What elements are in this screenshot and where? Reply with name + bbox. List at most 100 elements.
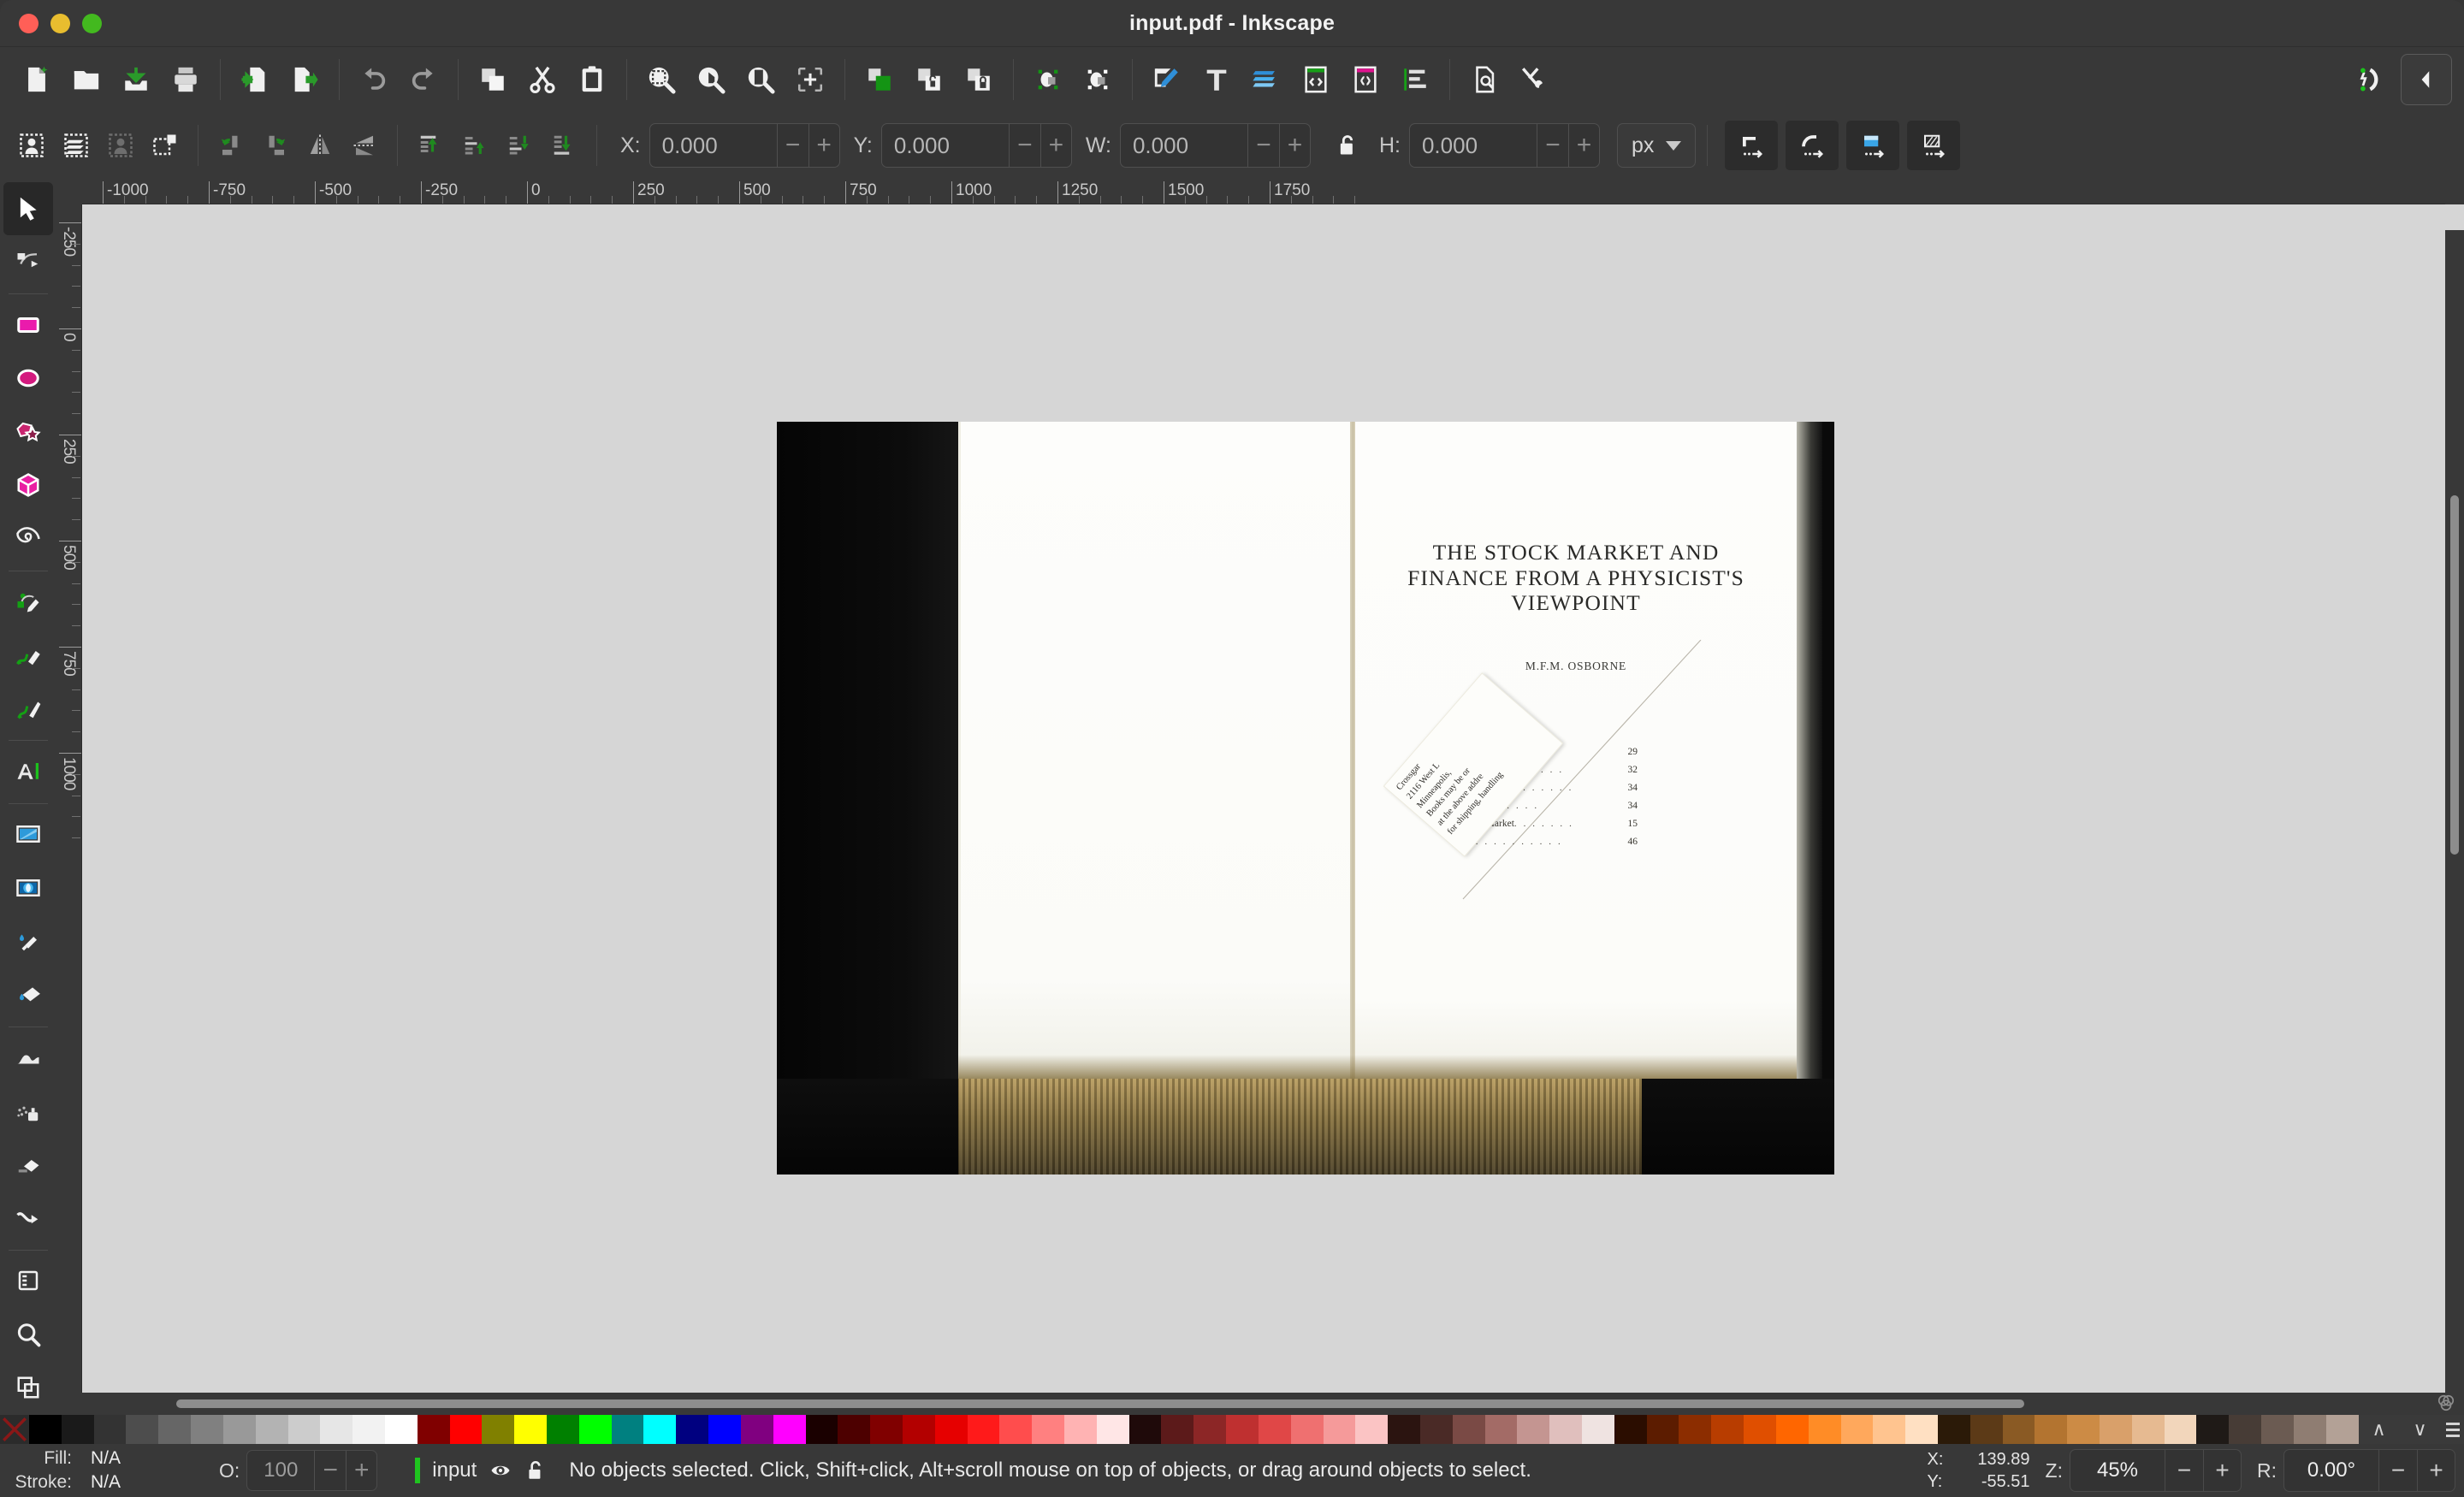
palette-swatch[interactable]: [1064, 1415, 1097, 1444]
palette-swatch[interactable]: [1453, 1415, 1485, 1444]
palette-swatch[interactable]: [62, 1415, 94, 1444]
tool-pencil[interactable]: [3, 629, 53, 682]
palette-swatch[interactable]: [1097, 1415, 1129, 1444]
palette-swatch[interactable]: [1776, 1415, 1809, 1444]
y-decrement-button[interactable]: −: [1010, 124, 1040, 167]
palette-swatch[interactable]: [1549, 1415, 1582, 1444]
opacity-input[interactable]: [247, 1459, 314, 1482]
lower-to-bottom-icon[interactable]: [542, 124, 585, 167]
fill-stroke-indicator[interactable]: Fill: N/A Stroke: N/A: [9, 1447, 180, 1495]
palette-swatch[interactable]: [1291, 1415, 1324, 1444]
zoom-page-width-icon[interactable]: [785, 55, 835, 104]
fill-stroke-dialog-icon[interactable]: [1142, 55, 1192, 104]
palette-swatch[interactable]: [773, 1415, 806, 1444]
palette-swatch[interactable]: [2100, 1415, 2132, 1444]
palette-swatch[interactable]: [1679, 1415, 1711, 1444]
group-icon[interactable]: [855, 55, 904, 104]
palette-swatch[interactable]: [223, 1415, 256, 1444]
affect-gradients-icon[interactable]: [1846, 121, 1899, 170]
rotation-control[interactable]: R: − +: [2257, 1449, 2455, 1492]
opacity-decrement-button[interactable]: −: [315, 1451, 346, 1490]
palette-swatch[interactable]: [1582, 1415, 1614, 1444]
opacity-control[interactable]: O: − +: [219, 1450, 377, 1491]
tool-star[interactable]: [3, 405, 53, 459]
palette-swatch[interactable]: [29, 1415, 62, 1444]
palette-swatch[interactable]: [1355, 1415, 1388, 1444]
palette-swatch[interactable]: [1517, 1415, 1549, 1444]
palette-swatch[interactable]: [2261, 1415, 2294, 1444]
palette-swatch[interactable]: [1809, 1415, 1841, 1444]
color-palette[interactable]: ∧∨: [0, 1415, 2464, 1444]
vertical-ruler[interactable]: -25002505007501000: [56, 204, 82, 1393]
tool-mesh[interactable]: [3, 861, 53, 914]
palette-swatch[interactable]: [968, 1415, 1000, 1444]
document-properties-icon[interactable]: [1460, 55, 1509, 104]
palette-swatch[interactable]: [418, 1415, 450, 1444]
tool-rectangle[interactable]: [3, 299, 53, 352]
union-icon[interactable]: [1023, 55, 1073, 104]
canvas[interactable]: THE STOCK MARKET AND FINANCE FROM A PHYS…: [82, 204, 2464, 1393]
tool-pages[interactable]: [3, 1255, 53, 1308]
palette-swatch[interactable]: [1161, 1415, 1194, 1444]
vertical-scrollbar-thumb[interactable]: [2450, 495, 2459, 855]
palette-swatch[interactable]: [352, 1415, 385, 1444]
horizontal-scrollbar-thumb[interactable]: [176, 1399, 2024, 1408]
palette-swatch[interactable]: [385, 1415, 418, 1444]
tool-text[interactable]: [3, 745, 53, 798]
palette-swatch[interactable]: [612, 1415, 644, 1444]
tool-zoom[interactable]: [3, 1308, 53, 1361]
ruler-corner[interactable]: [56, 179, 82, 204]
palette-swatch[interactable]: [1194, 1415, 1226, 1444]
w-decrement-button[interactable]: −: [1248, 124, 1279, 167]
select-all-icon[interactable]: [10, 124, 53, 167]
minimize-window-button[interactable]: [50, 14, 70, 33]
palette-swatch[interactable]: [903, 1415, 935, 1444]
palette-swatch[interactable]: [547, 1415, 579, 1444]
palette-swatch[interactable]: [643, 1415, 676, 1444]
no-color-swatch[interactable]: [0, 1415, 29, 1444]
palette-scroll-controls[interactable]: ∧∨: [2359, 1415, 2441, 1444]
lower-icon[interactable]: [498, 124, 541, 167]
palette-swatch[interactable]: [1938, 1415, 1970, 1444]
affect-stroke-width-icon[interactable]: [1725, 121, 1778, 170]
palette-swatch[interactable]: [1970, 1415, 2003, 1444]
copy-icon[interactable]: [468, 55, 518, 104]
tool-measure[interactable]: [3, 1362, 53, 1415]
x-decrement-button[interactable]: −: [778, 124, 808, 167]
palette-swatch[interactable]: [1841, 1415, 1874, 1444]
xml-editor-icon[interactable]: [1291, 55, 1341, 104]
palette-swatch[interactable]: [806, 1415, 838, 1444]
h-increment-button[interactable]: +: [1568, 124, 1599, 167]
close-window-button[interactable]: [19, 14, 38, 33]
lock-ratio-icon[interactable]: [1326, 124, 1369, 167]
flip-vertical-icon[interactable]: [343, 124, 386, 167]
zoom-input[interactable]: [2070, 1459, 2165, 1482]
palette-swatch[interactable]: [2003, 1415, 2035, 1444]
h-field-input[interactable]: [1410, 124, 1537, 167]
palette-swatch[interactable]: [999, 1415, 1032, 1444]
tool-connector[interactable]: [3, 1192, 53, 1245]
y-increment-button[interactable]: +: [1040, 124, 1071, 167]
palette-swatch[interactable]: [1032, 1415, 1064, 1444]
palette-swatch[interactable]: [1129, 1415, 1162, 1444]
raise-to-top-icon[interactable]: [409, 124, 452, 167]
document-page-image[interactable]: THE STOCK MARKET AND FINANCE FROM A PHYS…: [777, 422, 1834, 1175]
palette-swatch[interactable]: [1485, 1415, 1518, 1444]
unlock-icon[interactable]: [524, 1459, 547, 1482]
palette-swatch[interactable]: [741, 1415, 773, 1444]
horizontal-scrollbar[interactable]: [56, 1393, 2464, 1415]
print-document-icon[interactable]: [161, 55, 210, 104]
palette-swatch[interactable]: [1259, 1415, 1291, 1444]
chevron-down-icon[interactable]: ∨: [2413, 1418, 2426, 1441]
palette-swatch[interactable]: [191, 1415, 223, 1444]
palette-swatch[interactable]: [579, 1415, 612, 1444]
x-field-input[interactable]: [650, 124, 777, 167]
palette-swatch[interactable]: [482, 1415, 514, 1444]
eye-icon[interactable]: [489, 1459, 512, 1482]
deselect-icon[interactable]: [99, 124, 142, 167]
tool-eraser[interactable]: [3, 1139, 53, 1192]
tool-ellipse[interactable]: [3, 352, 53, 405]
palette-swatch[interactable]: [1647, 1415, 1679, 1444]
tool-selector[interactable]: [3, 182, 53, 235]
palette-swatch[interactable]: [288, 1415, 321, 1444]
